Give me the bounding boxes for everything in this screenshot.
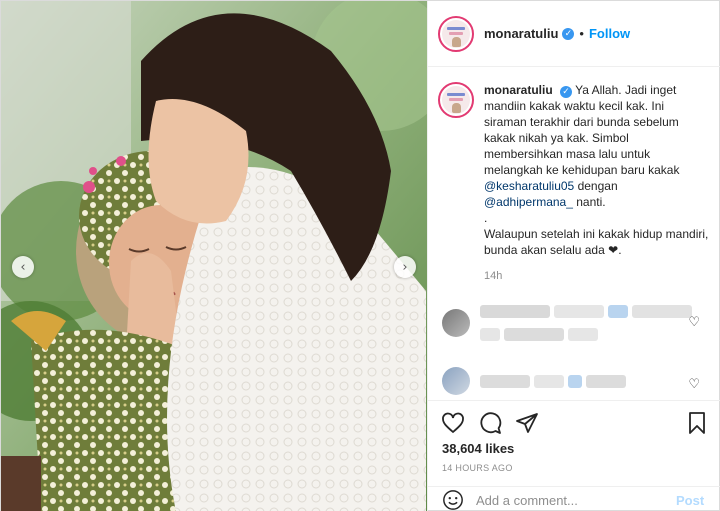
action-icons bbox=[441, 411, 539, 435]
avatar[interactable] bbox=[438, 15, 474, 52]
comment-row bbox=[442, 305, 696, 341]
avatar[interactable] bbox=[442, 367, 470, 395]
avatar[interactable] bbox=[442, 309, 470, 337]
caption-avatar[interactable] bbox=[438, 82, 474, 118]
likes-count[interactable]: 38,604 likes bbox=[442, 441, 514, 456]
header-separator: • bbox=[579, 26, 584, 41]
caption-text: dengan bbox=[577, 179, 618, 193]
post-comment-button[interactable]: Post bbox=[676, 493, 704, 508]
comment-icon[interactable] bbox=[478, 411, 502, 435]
comment-input[interactable] bbox=[476, 492, 666, 508]
post-timestamp[interactable]: 14 HOURS AGO bbox=[442, 463, 513, 473]
photo-illustration bbox=[1, 1, 427, 511]
comment-like-icon[interactable]: ♡ bbox=[688, 377, 700, 392]
caption-dot-line: . bbox=[484, 211, 488, 225]
caption-text: Ya Allah. Jadi inget mandiin kakak waktu… bbox=[484, 83, 680, 177]
caption-username[interactable]: monaratuliu bbox=[484, 83, 553, 97]
verified-icon: ✓ bbox=[562, 27, 575, 40]
emoji-icon[interactable] bbox=[442, 489, 464, 511]
heart-icon[interactable] bbox=[441, 411, 465, 435]
heart-emoji: ❤ bbox=[608, 243, 619, 257]
bookmark-icon[interactable] bbox=[685, 411, 709, 435]
comment-form: Post bbox=[428, 486, 720, 511]
header-username[interactable]: monaratuliu bbox=[484, 26, 558, 41]
caption-body: monaratuliu ✓ Ya Allah. Jadi inget mandi… bbox=[484, 82, 709, 284]
chevron-left-icon: ‹ bbox=[20, 259, 26, 275]
comment-row bbox=[442, 367, 630, 395]
caption-text: nanti. bbox=[576, 195, 606, 209]
post-sidebar: monaratuliu ✓ • Follow monaratuliu ✓ Ya … bbox=[427, 1, 720, 511]
comment-like-icon[interactable]: ♡ bbox=[688, 315, 700, 330]
mention-link[interactable]: @kesharatuliu05 bbox=[484, 179, 574, 193]
caption-text-closing: Walaupun setelah ini kakak hidup mandiri… bbox=[484, 227, 709, 257]
verified-icon: ✓ bbox=[560, 86, 573, 98]
caption-time[interactable]: 14h bbox=[484, 268, 709, 284]
chevron-right-icon: › bbox=[402, 259, 408, 275]
comments-section: monaratuliu ✓ Ya Allah. Jadi inget mandi… bbox=[428, 67, 720, 400]
caption: monaratuliu ✓ Ya Allah. Jadi inget mandi… bbox=[438, 82, 718, 284]
caption-text: Walaupun setelah ini kakak hidup mandiri… bbox=[484, 227, 709, 257]
follow-button[interactable]: Follow bbox=[589, 26, 630, 41]
post-modal: ‹ › monaratuliu ✓ • Follow monaratuliu ✓ bbox=[0, 0, 720, 511]
carousel-next-button[interactable]: › bbox=[394, 256, 416, 278]
post-photo[interactable]: ‹ › bbox=[1, 1, 427, 511]
carousel-prev-button[interactable]: ‹ bbox=[12, 256, 34, 278]
action-bar: 38,604 likes 14 HOURS AGO Post bbox=[428, 400, 720, 511]
share-icon[interactable] bbox=[515, 411, 539, 435]
post-header: monaratuliu ✓ • Follow bbox=[428, 1, 720, 67]
mention-link[interactable]: @adhipermana_ bbox=[484, 195, 573, 209]
